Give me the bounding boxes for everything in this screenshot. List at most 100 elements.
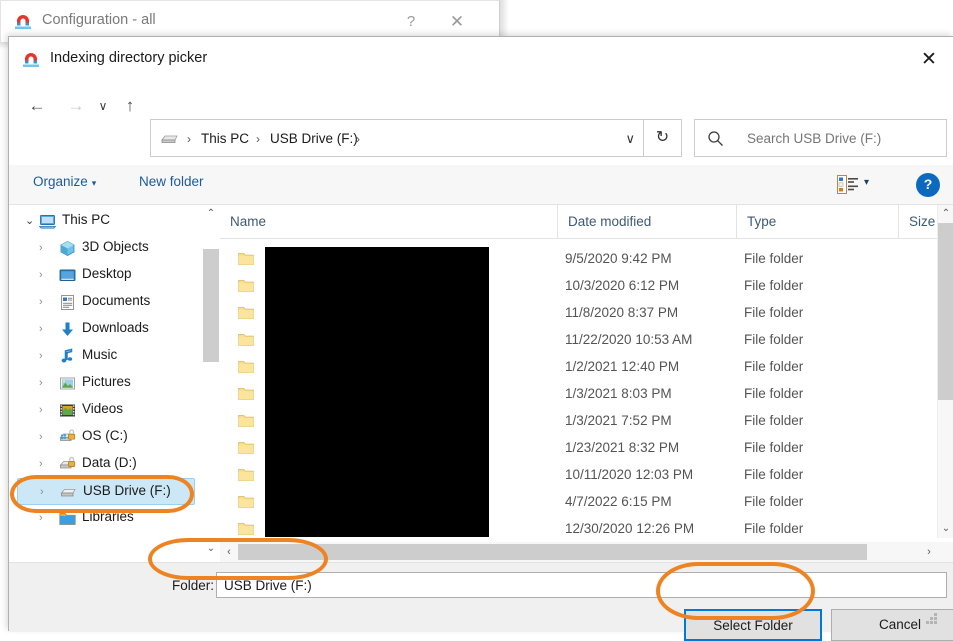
folder-icon <box>238 360 254 374</box>
search-input-placeholder: Search USB Drive (F:) <box>747 131 882 146</box>
background-close-button[interactable]: ✕ <box>443 9 471 35</box>
scroll-up-icon[interactable]: ⌃ <box>938 205 953 223</box>
chevron-right-icon[interactable]: › <box>39 510 53 526</box>
folder-field-row: Folder: <box>9 563 953 607</box>
organize-button[interactable]: Organize ▾ <box>33 174 96 189</box>
folder-icon <box>238 441 254 455</box>
sidebar-item-desktop[interactable]: › Desktop <box>17 262 195 289</box>
chevron-right-icon[interactable]: › <box>40 484 54 500</box>
file-list-hscrollbar-thumb[interactable] <box>238 544 867 560</box>
breadcrumb-separator[interactable]: › <box>256 131 260 147</box>
sidebar-item-downloads[interactable]: › Downloads <box>17 316 195 343</box>
videos-icon <box>59 402 76 419</box>
dialog-titlebar: Indexing directory picker <box>9 37 953 82</box>
folder-input[interactable] <box>216 572 947 598</box>
scroll-down-icon[interactable]: ⌄ <box>203 540 219 558</box>
toolbar: Organize ▾ New folder ▾ ? <box>9 165 953 205</box>
navpane-scrollbar-thumb[interactable] <box>203 249 219 362</box>
back-button[interactable]: ← <box>21 91 53 121</box>
sidebar-item-videos[interactable]: › Videos <box>17 397 195 424</box>
folder-icon <box>238 495 254 509</box>
background-window-right-fill <box>509 0 953 35</box>
column-header-size[interactable]: Size <box>898 205 937 239</box>
select-folder-button[interactable]: Select Folder <box>684 609 822 641</box>
chevron-right-icon[interactable]: › <box>39 348 53 364</box>
cell-date-modified: 9/5/2020 9:42 PM <box>565 251 672 266</box>
breadcrumb-separator[interactable]: › <box>356 131 360 147</box>
sidebar-item-label: Documents <box>82 293 151 308</box>
downloads-icon <box>59 321 76 338</box>
chevron-down-icon[interactable]: ⌄ <box>25 213 39 229</box>
sidebar-item-this-pc[interactable]: ⌄ This PC <box>17 208 195 235</box>
sidebar-item-documents[interactable]: › Documents <box>17 289 195 316</box>
organize-label: Organize <box>33 174 88 189</box>
folder-label: Folder: <box>172 578 215 593</box>
close-icon[interactable]: ✕ <box>909 45 949 75</box>
cell-date-modified: 11/8/2020 8:37 PM <box>565 305 679 320</box>
scroll-left-icon[interactable]: ‹ <box>220 542 238 562</box>
sidebar-item-label: Videos <box>82 401 124 416</box>
forward-button[interactable]: → <box>60 91 92 121</box>
refresh-button[interactable]: ↻ <box>644 119 682 157</box>
redacted-folder-names-overlay <box>265 247 489 537</box>
background-help-button[interactable]: ? <box>398 10 424 34</box>
chevron-right-icon[interactable]: › <box>39 267 53 283</box>
sidebar-item-usb-drive-f[interactable]: › USB Drive (F:) <box>17 478 195 505</box>
cell-date-modified: 11/22/2020 10:53 AM <box>565 332 693 347</box>
scroll-up-icon[interactable]: ⌃ <box>203 205 219 223</box>
sidebar-item-label: Desktop <box>82 266 132 281</box>
navpane-scrollbar[interactable]: ⌃ ⌄ <box>203 205 219 558</box>
sidebar-item-data-d[interactable]: › Data (D:) <box>17 451 195 478</box>
chevron-right-icon[interactable]: › <box>39 375 53 391</box>
breadcrumb-this-pc[interactable]: This PC <box>201 130 249 148</box>
search-icon <box>707 130 724 147</box>
new-folder-button[interactable]: New folder <box>139 174 204 189</box>
music-icon <box>59 348 76 365</box>
scroll-right-icon[interactable]: › <box>920 542 938 562</box>
sidebar-item-label: Music <box>82 347 118 362</box>
sidebar-item-label: Data (D:) <box>82 455 137 470</box>
cell-type: File folder <box>744 278 804 293</box>
file-list-vertical-scrollbar[interactable]: ⌃ ⌄ <box>937 205 953 538</box>
chevron-down-icon: ▾ <box>91 178 97 188</box>
cell-date-modified: 10/11/2020 12:03 PM <box>565 467 694 482</box>
column-header-type[interactable]: Type <box>736 205 898 239</box>
search-box[interactable]: Search USB Drive (F:) <box>694 119 947 157</box>
chevron-right-icon[interactable]: › <box>39 402 53 418</box>
sidebar-item-label: Pictures <box>82 374 131 389</box>
chevron-right-icon[interactable]: › <box>39 429 53 445</box>
file-list-horizontal-scrollbar[interactable]: ‹ › <box>220 542 953 562</box>
column-header-row: Name Date modified Type Size <box>220 205 937 239</box>
column-header-date-modified[interactable]: Date modified <box>557 205 736 239</box>
sidebar-item-libraries[interactable]: › Libraries <box>17 505 195 532</box>
sidebar-item-music[interactable]: › Music <box>17 343 195 370</box>
chevron-down-icon[interactable]: ▾ <box>864 177 869 188</box>
resize-grip[interactable] <box>925 612 939 626</box>
chevron-down-icon[interactable]: ∨ <box>625 131 635 147</box>
chevron-right-icon[interactable]: › <box>39 294 53 310</box>
cell-type: File folder <box>744 467 804 482</box>
cell-date-modified: 10/3/2020 6:12 PM <box>565 278 680 293</box>
cell-date-modified: 1/23/2021 8:32 PM <box>565 440 680 455</box>
file-list-scrollbar-thumb[interactable] <box>938 223 953 400</box>
chevron-right-icon[interactable]: › <box>39 456 53 472</box>
column-header-name[interactable]: Name <box>220 205 557 239</box>
help-button[interactable]: ? <box>916 173 940 197</box>
view-list-icon[interactable] <box>837 175 859 194</box>
sidebar-item-label: Libraries <box>82 509 134 524</box>
scroll-down-icon[interactable]: ⌄ <box>938 520 953 538</box>
sidebar-item-label: This PC <box>62 212 111 227</box>
cell-date-modified: 1/2/2021 12:40 PM <box>565 359 680 374</box>
indexing-directory-picker-dialog: Indexing directory picker ✕ ← → ∨ ↑ › Th… <box>8 36 953 641</box>
breadcrumb-usb-drive[interactable]: USB Drive (F:) <box>270 130 358 148</box>
sidebar-item-os-c[interactable]: › OS (C:) <box>17 424 195 451</box>
sidebar-item-pictures[interactable]: › Pictures <box>17 370 195 397</box>
address-bar[interactable]: › This PC › USB Drive (F:) › ∨ <box>150 119 644 157</box>
up-one-level-button[interactable]: ↑ <box>114 91 146 121</box>
os-drive-icon <box>59 429 76 446</box>
recent-locations-button[interactable]: ∨ <box>92 91 114 121</box>
chevron-right-icon[interactable]: › <box>39 321 53 337</box>
sidebar-item-3d-objects[interactable]: › 3D Objects <box>17 235 195 262</box>
chevron-right-icon[interactable]: › <box>39 240 53 256</box>
breadcrumb-separator[interactable]: › <box>187 131 191 147</box>
